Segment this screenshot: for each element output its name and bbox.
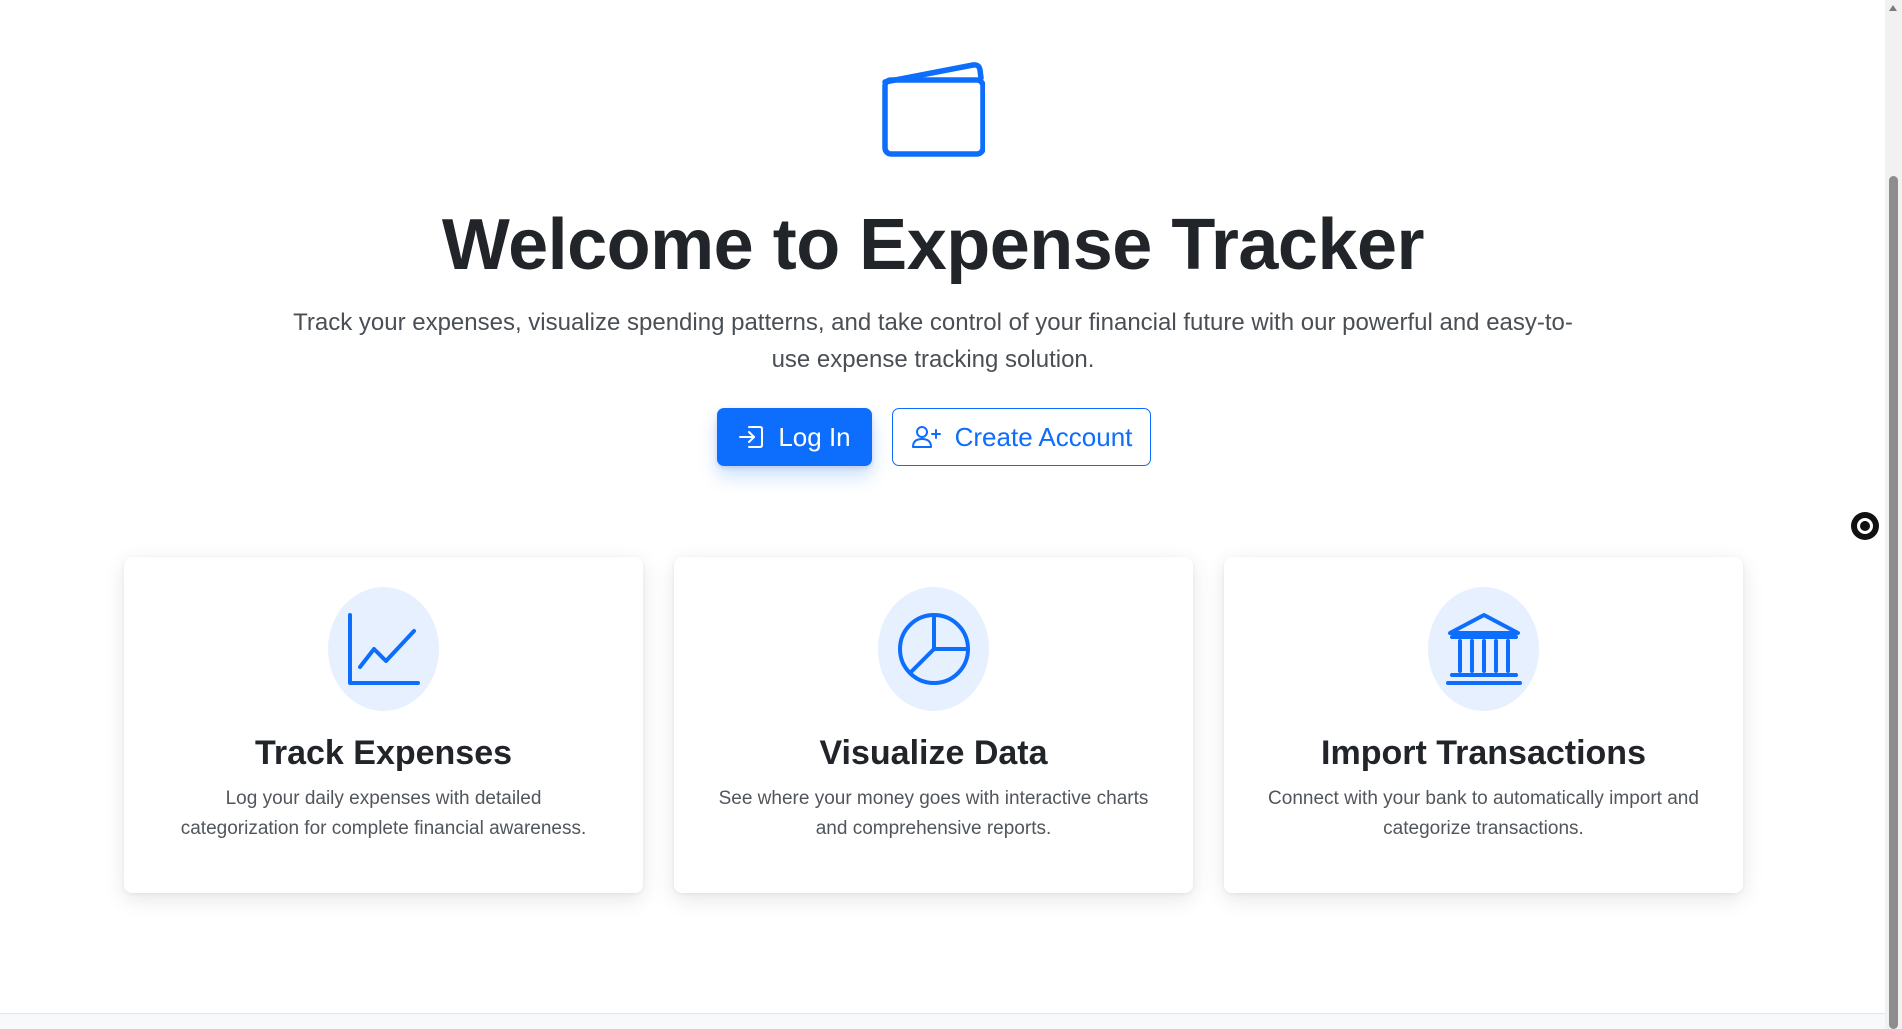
login-arrow-icon: [739, 426, 764, 448]
footer-divider: [0, 1013, 1885, 1029]
feature-description: See where your money goes with interacti…: [718, 788, 1149, 839]
pie-chart-icon: [897, 613, 970, 685]
line-chart-icon: [347, 613, 420, 685]
feature-icon-circle: [328, 587, 439, 711]
scrollbar-thumb[interactable]: [1889, 176, 1898, 1029]
feature-card-visualize-data: Visualize Data See where your money goes…: [674, 557, 1193, 893]
scroll-up-arrow-icon[interactable]: [1889, 5, 1897, 11]
feature-card-track-expenses: Track Expenses Log your daily expenses w…: [124, 557, 643, 893]
create-account-button[interactable]: Create Account: [892, 408, 1151, 466]
vertical-scrollbar[interactable]: [1885, 0, 1902, 1029]
accessibility-widget-icon[interactable]: [1851, 512, 1879, 540]
landing-page: Welcome to Expense Tracker Track your ex…: [0, 0, 1885, 1029]
feature-card-import-transactions: Import Transactions Connect with your ba…: [1224, 557, 1743, 893]
person-plus-icon: [911, 426, 941, 448]
page-title: Welcome to Expense Tracker: [441, 205, 1425, 285]
feature-description: Log your daily expenses with detailed ca…: [180, 788, 587, 839]
login-button-label: Log In: [778, 421, 851, 452]
hero-subtitle: Track your expenses, visualize spending …: [293, 309, 1573, 373]
feature-title: Track Expenses: [254, 734, 513, 772]
feature-title: Visualize Data: [819, 734, 1048, 772]
wallet-icon: [882, 62, 985, 157]
bank-icon: [1445, 613, 1522, 685]
feature-icon-circle: [878, 587, 989, 711]
widget-ring-icon: [1857, 518, 1873, 534]
create-account-label: Create Account: [954, 421, 1133, 452]
feature-icon-circle: [1428, 587, 1539, 711]
feature-title: Import Transactions: [1321, 734, 1646, 772]
feature-description: Connect with your bank to automatically …: [1268, 788, 1699, 839]
login-button[interactable]: Log In: [717, 408, 872, 466]
